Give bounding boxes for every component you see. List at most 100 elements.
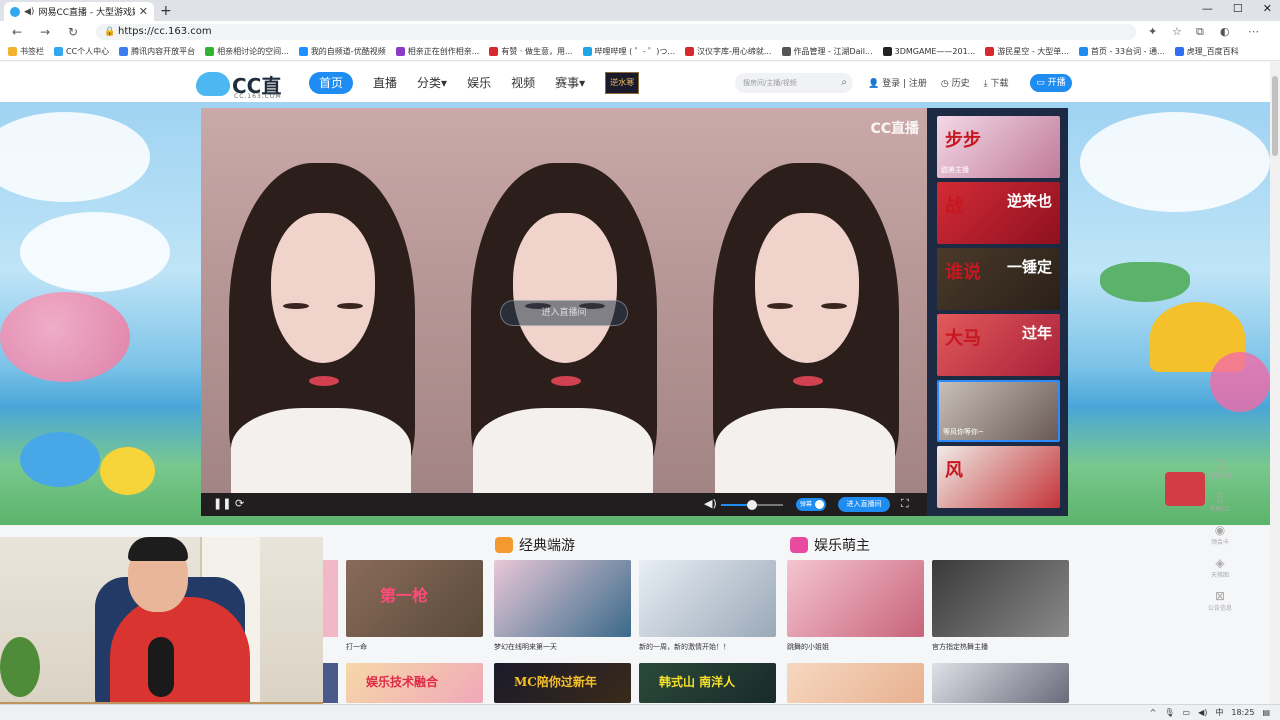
nav-item[interactable]: 娱乐 [467,72,491,94]
game-promo-badge[interactable]: 逆水寒 [605,72,640,94]
stream-thumbnail: 第一枪 [346,560,483,637]
bookmark-item[interactable]: CC个人中心 [54,46,109,57]
stream-card[interactable] [787,663,924,703]
tool-icon: ◉ [1214,523,1226,537]
bookmark-item[interactable]: 腾讯内容开放平台 [119,46,195,57]
volume-knob[interactable] [747,500,757,510]
bookmark-favicon-icon [582,47,592,56]
minimize-button[interactable]: — [1202,2,1213,15]
stream-thumbnail[interactable] [323,560,338,637]
bookmark-item[interactable]: 游民星空 - 大型单... [985,46,1069,57]
search-icon[interactable]: ⌕ [841,73,847,93]
bookmark-item[interactable]: 虎理_百度百科 [1174,46,1239,57]
live-video-player[interactable]: CC直播 进入直播间 ❚❚ ⟳ ◀) 弹幕 进入直播间 ⛶ [201,108,927,516]
bookmark-item[interactable]: 我的自频道-优酷视频 [298,46,386,57]
bookmark-item[interactable]: 有赞 · 做生意，用... [489,46,573,57]
channel-list: 步步 甜美主播战逆来也 谁说 一锤定 大马 过年 等风你等你~ 风 [927,108,1068,516]
enter-room-overlay-button[interactable]: 进入直播间 [500,300,628,326]
bookmark-item[interactable]: 哔哩哔哩 ( ゜- ゜)つ... [582,46,675,57]
stream-thumbnail [494,560,631,637]
channel-thumbnail[interactable]: 等风你等你~ [937,380,1060,442]
speaker-icon[interactable]: ◀) [24,7,34,17]
login-link[interactable]: 👤 登录 | 注册 [868,76,927,89]
close-window-button[interactable]: ✕ [1263,2,1272,15]
new-tab-button[interactable]: + [160,3,172,19]
floating-tool[interactable]: ◈ 天梯图 [1202,556,1238,579]
bookmark-item[interactable]: 书签栏 [8,46,44,57]
fullscreen-icon[interactable]: ⛶ [901,497,909,511]
bookmark-item[interactable]: 作品管理 - 江湖Dail... [781,46,873,57]
network-icon[interactable]: ▭ [1183,708,1191,717]
bookmark-item[interactable]: 3DMGAME——201... [882,47,975,56]
stream-card[interactable]: 第一枪 打一命 [346,560,483,652]
maximize-button[interactable]: ☐ [1233,2,1243,15]
reload-icon[interactable]: ↻ [68,25,78,39]
more-icon[interactable]: ⋯ [1248,25,1259,38]
volume-slider[interactable] [721,500,783,510]
collections-icon[interactable]: ⧉ [1196,25,1204,39]
tab-close-icon[interactable]: ✕ [139,5,148,18]
search-input[interactable]: 搜房间/主播/视频 ⌕ [735,73,853,93]
nav-item[interactable]: 视频 [511,72,535,94]
stream-card[interactable] [932,663,1069,703]
nav-item[interactable]: 首页 [309,72,354,94]
refresh-icon[interactable]: ⟳ [235,497,244,510]
volume-tray-icon[interactable]: ◀) [1198,708,1207,717]
bookmark-favicon-icon [1078,47,1088,56]
stream-card[interactable]: 娱乐技术融合 [346,663,483,703]
browser-tab[interactable]: ◀) 网易CC直播 - 大型游戏娱乐 ✕ [4,2,154,21]
ime-indicator[interactable]: 中 [1215,707,1223,718]
download-link[interactable]: ⤓ 下载 [984,76,1009,89]
bookmark-item[interactable]: 相亲相讨论的空间... [205,46,289,57]
nav-item[interactable]: 分类▾ [417,72,447,94]
site-header: CC直播 CC.163.COM 首页直播分类▾ 娱乐视频赛事▾ 逆水寒 搜房间/主播… [0,62,1280,127]
pause-icon[interactable]: ❚❚ [213,497,231,510]
url-text: https://cc.163.com [118,26,212,37]
nav-item[interactable]: 赛事▾ [555,72,585,94]
stream-card[interactable]: 跳舞的小姐姐 [787,560,924,652]
channel-thumbnail[interactable]: 大马 过年 [937,314,1060,376]
bookmark-item[interactable]: 首页 - 33台词 - 通... [1078,46,1165,57]
stream-card[interactable]: 官方指定热舞主播 [932,560,1069,652]
extension-icon[interactable]: ✦ [1148,25,1157,38]
address-toolbar: ← → ↻ 🔒 https://cc.163.com ✦ ☆ ⧉ ◐ ⋯ [0,21,1280,43]
tab-title: 网易CC直播 - 大型游戏娱乐 [38,8,134,18]
page-scrollbar[interactable] [1270,62,1280,704]
streamer-webcam [0,537,323,720]
microphone-icon[interactable]: 🎙 [1164,708,1174,717]
enter-room-button[interactable]: 进入直播间 [838,497,890,512]
floating-tool[interactable]: ◉ 领会卡 [1202,523,1238,546]
history-link[interactable]: ◷ 历史 [941,76,970,89]
volume-icon[interactable]: ◀) [704,497,717,510]
cc-logo[interactable]: CC直播 CC.163.COM [196,66,292,127]
danmu-toggle[interactable]: 弹幕 [796,498,826,511]
window-controls: — ☐ ✕ [1202,2,1272,15]
bookmark-item[interactable]: 汉仪字库-用心缔就... [685,46,772,57]
stream-card[interactable]: 梦幻在线明来第一天 [494,560,631,652]
scrollbar-thumb[interactable] [1272,76,1278,156]
clock[interactable]: 18:25 [1231,708,1254,717]
start-live-button[interactable]: ▭ 开播 [1030,74,1072,92]
stream-card[interactable]: 新的一周，新的激情开始！！ [639,560,776,652]
floating-tool[interactable]: □ 我要开播 [1202,457,1238,480]
channel-thumbnail[interactable]: 风 [937,446,1060,508]
register-link[interactable]: 注册 [909,79,927,89]
bookmark-item[interactable]: 相亲正在创作相亲... [395,46,479,57]
channel-thumbnail[interactable]: 战逆来也 [937,182,1060,244]
channel-thumbnail[interactable]: 谁说 一锤定 [937,248,1060,310]
forward-icon[interactable]: → [40,25,50,39]
stream-card[interactable]: MC陪你过新年 [494,663,631,703]
chevron-up-icon[interactable]: ^ [1150,708,1157,717]
floating-tool[interactable]: ▯ 手机CC [1202,490,1238,513]
channel-thumbnail[interactable]: 步步 甜美主播 [937,116,1060,178]
profile-icon[interactable]: ◐ [1220,25,1230,38]
stream-thumbnail[interactable] [323,663,338,703]
stream-card[interactable]: 韩式山 南洋人 [639,663,776,703]
address-bar[interactable]: 🔒 https://cc.163.com [96,24,1136,40]
notification-icon[interactable]: ▤ [1262,708,1270,717]
user-icon: 👤 [868,79,883,89]
floating-tool[interactable]: ⊠ 公告信息 [1202,589,1238,612]
nav-item[interactable]: 直播 [373,72,397,94]
back-icon[interactable]: ← [12,25,22,39]
favorites-icon[interactable]: ☆ [1172,25,1182,38]
